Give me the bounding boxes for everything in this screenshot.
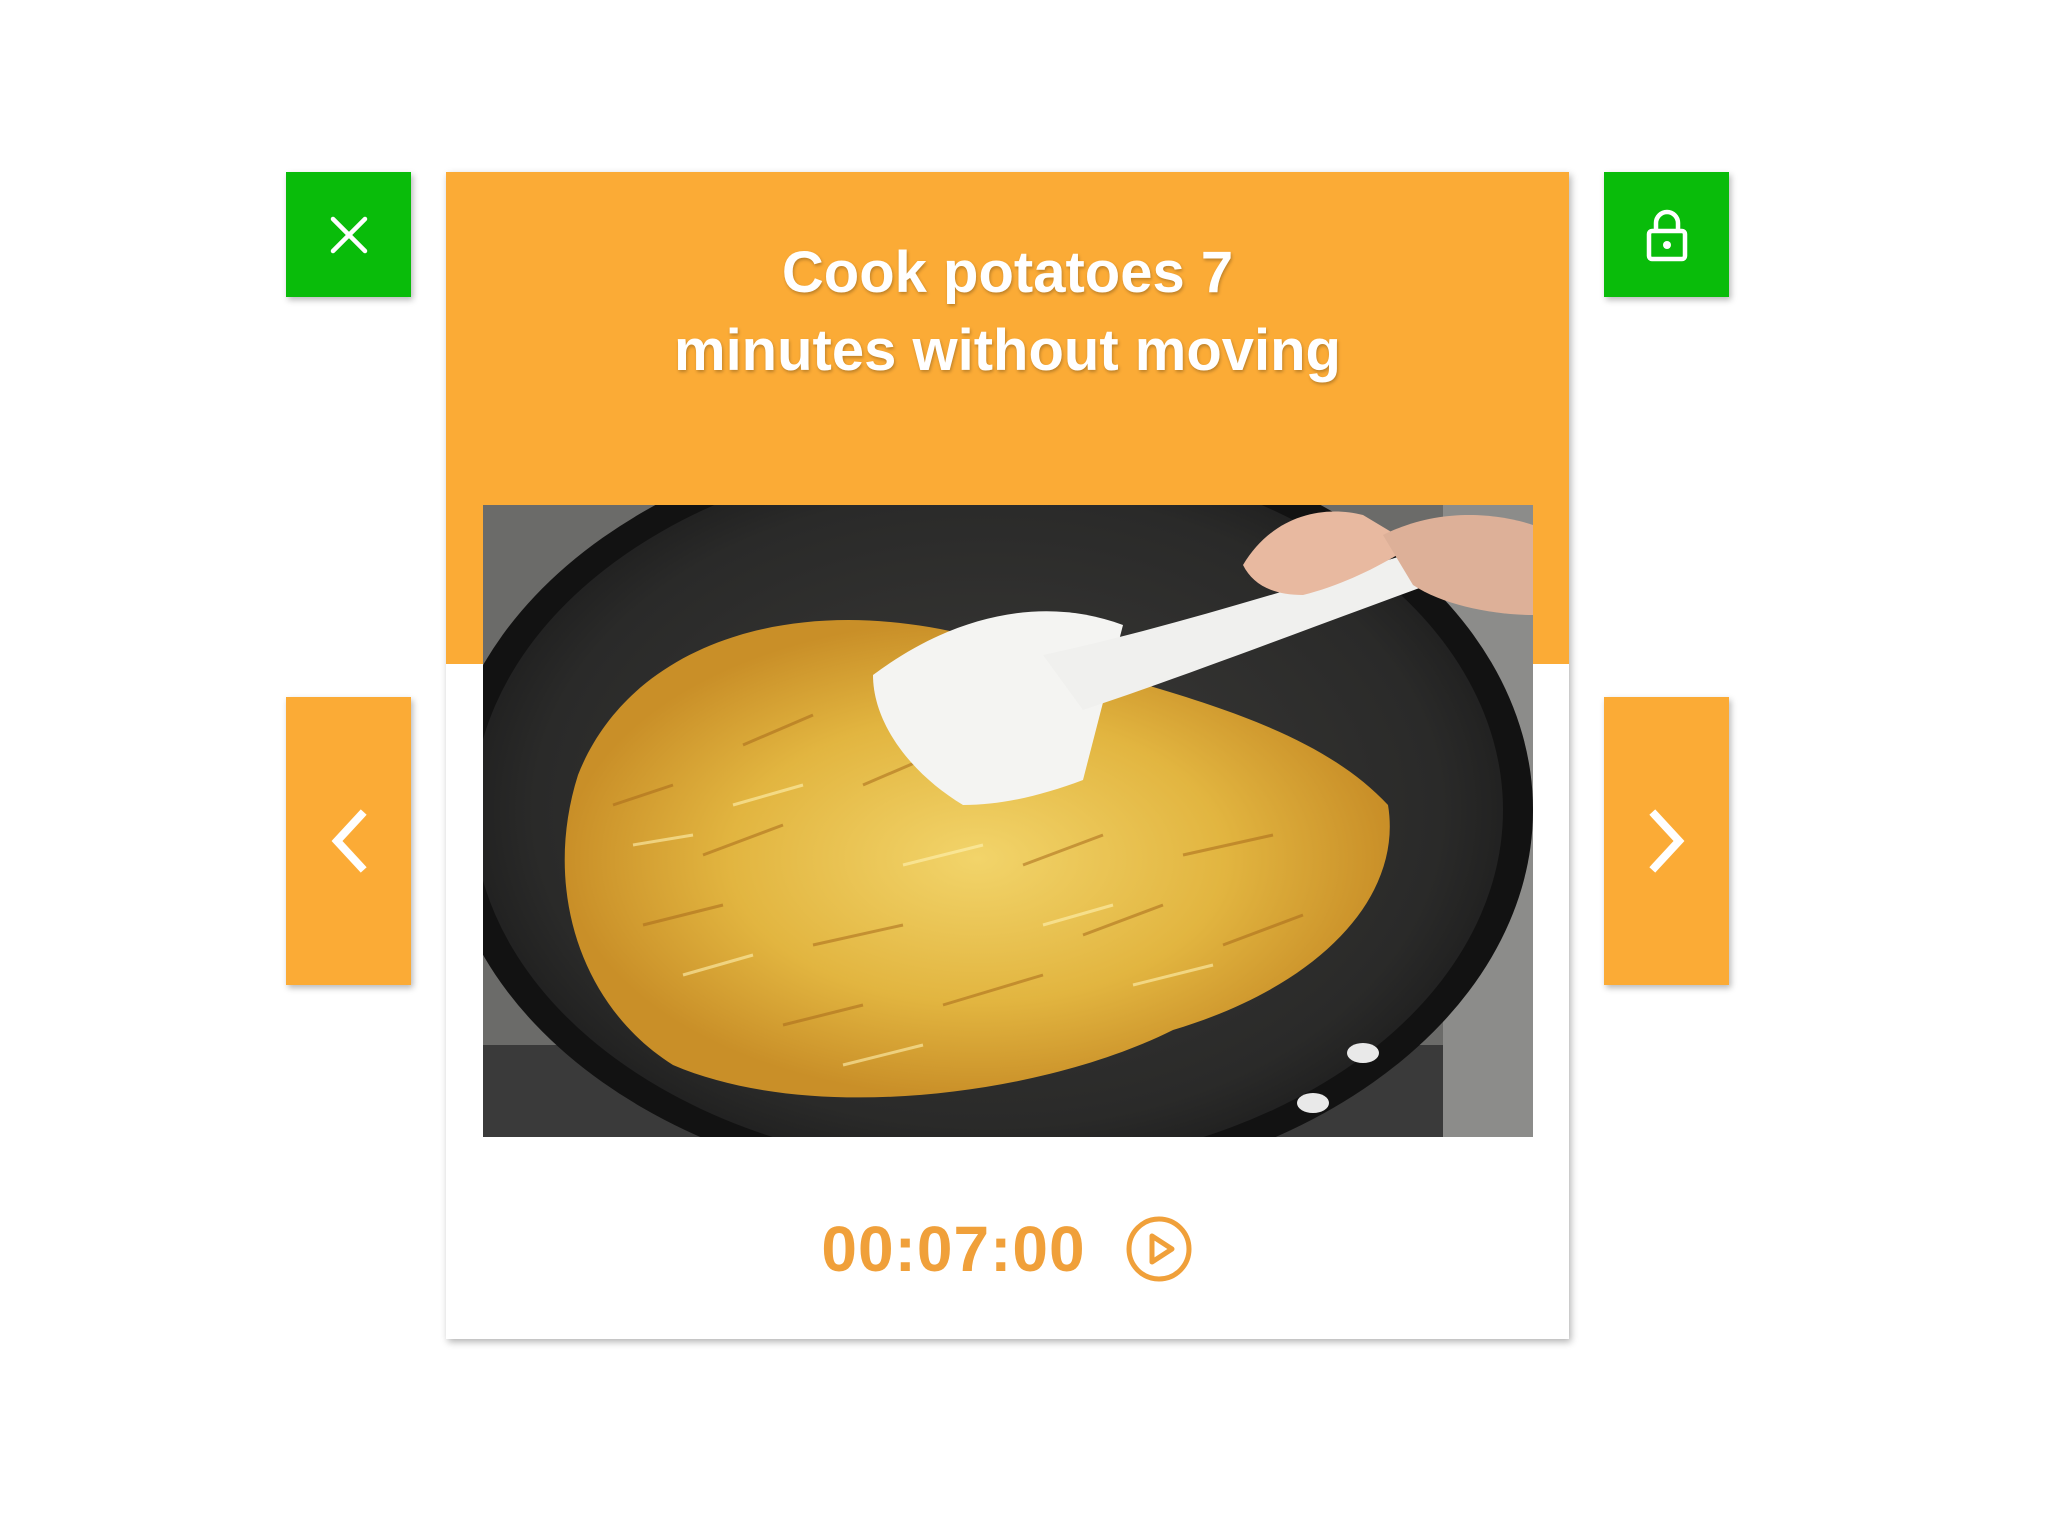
timer-row: 00:07:00 — [446, 1204, 1569, 1294]
lock-button[interactable] — [1604, 172, 1729, 297]
step-photo — [483, 505, 1533, 1137]
previous-step-button[interactable] — [286, 697, 411, 985]
lock-icon — [1646, 209, 1687, 261]
play-circle-icon — [1126, 1216, 1192, 1282]
chevron-right-icon — [1648, 809, 1684, 873]
step-card: Cook potatoes 7 minutes without moving 0… — [446, 172, 1569, 1339]
play-timer-button[interactable] — [1124, 1214, 1194, 1284]
chevron-left-icon — [331, 809, 367, 873]
step-title: Cook potatoes 7 minutes without moving — [674, 240, 1341, 383]
close-button[interactable] — [286, 172, 411, 297]
next-step-button[interactable] — [1604, 697, 1729, 985]
close-icon — [330, 216, 367, 253]
timer-display: 00:07:00 — [821, 1213, 1086, 1285]
cooking-step-screen: Cook potatoes 7 minutes without moving 0… — [0, 0, 2048, 1530]
